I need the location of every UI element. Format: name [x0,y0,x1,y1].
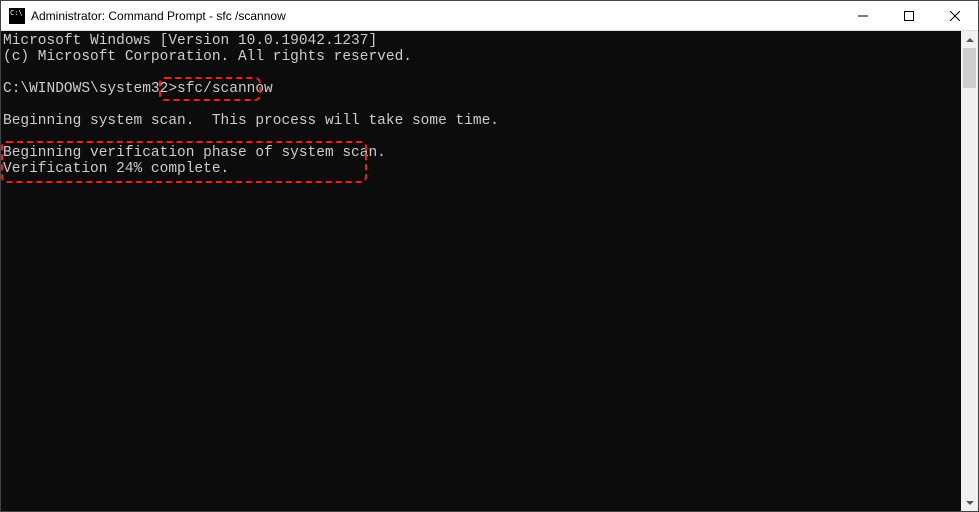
command-prompt-window: Administrator: Command Prompt - sfc /sca… [0,0,979,512]
window-title: Administrator: Command Prompt - sfc /sca… [31,9,840,23]
window-controls [840,1,978,30]
titlebar[interactable]: Administrator: Command Prompt - sfc /sca… [1,1,978,31]
verification-progress-line: Verification 24% complete. [3,161,229,177]
maximize-button[interactable] [886,1,932,30]
copyright-line: (c) Microsoft Corporation. All rights re… [3,49,412,65]
scrollbar-track[interactable] [961,48,978,494]
minimize-button[interactable] [840,1,886,30]
cmd-icon [9,8,25,24]
verification-phase-line: Beginning verification phase of system s… [3,145,386,161]
prompt-line: C:\WINDOWS\system32>sfc/scannow [3,81,273,97]
terminal-output[interactable]: Microsoft Windows [Version 10.0.19042.12… [1,31,961,511]
os-version-line: Microsoft Windows [Version 10.0.19042.12… [3,33,377,49]
entered-command: sfc/scannow [177,81,273,97]
minimize-icon [858,11,868,21]
scan-begin-line: Beginning system scan. This process will… [3,113,499,129]
vertical-scrollbar[interactable] [961,31,978,511]
scrollbar-thumb[interactable] [963,48,976,88]
chevron-up-icon [966,38,974,42]
maximize-icon [904,11,914,21]
chevron-down-icon [966,501,974,505]
scroll-up-button[interactable] [961,31,978,48]
close-icon [950,11,960,21]
prompt-path: C:\WINDOWS\system32> [3,81,177,97]
scroll-down-button[interactable] [961,494,978,511]
close-button[interactable] [932,1,978,30]
